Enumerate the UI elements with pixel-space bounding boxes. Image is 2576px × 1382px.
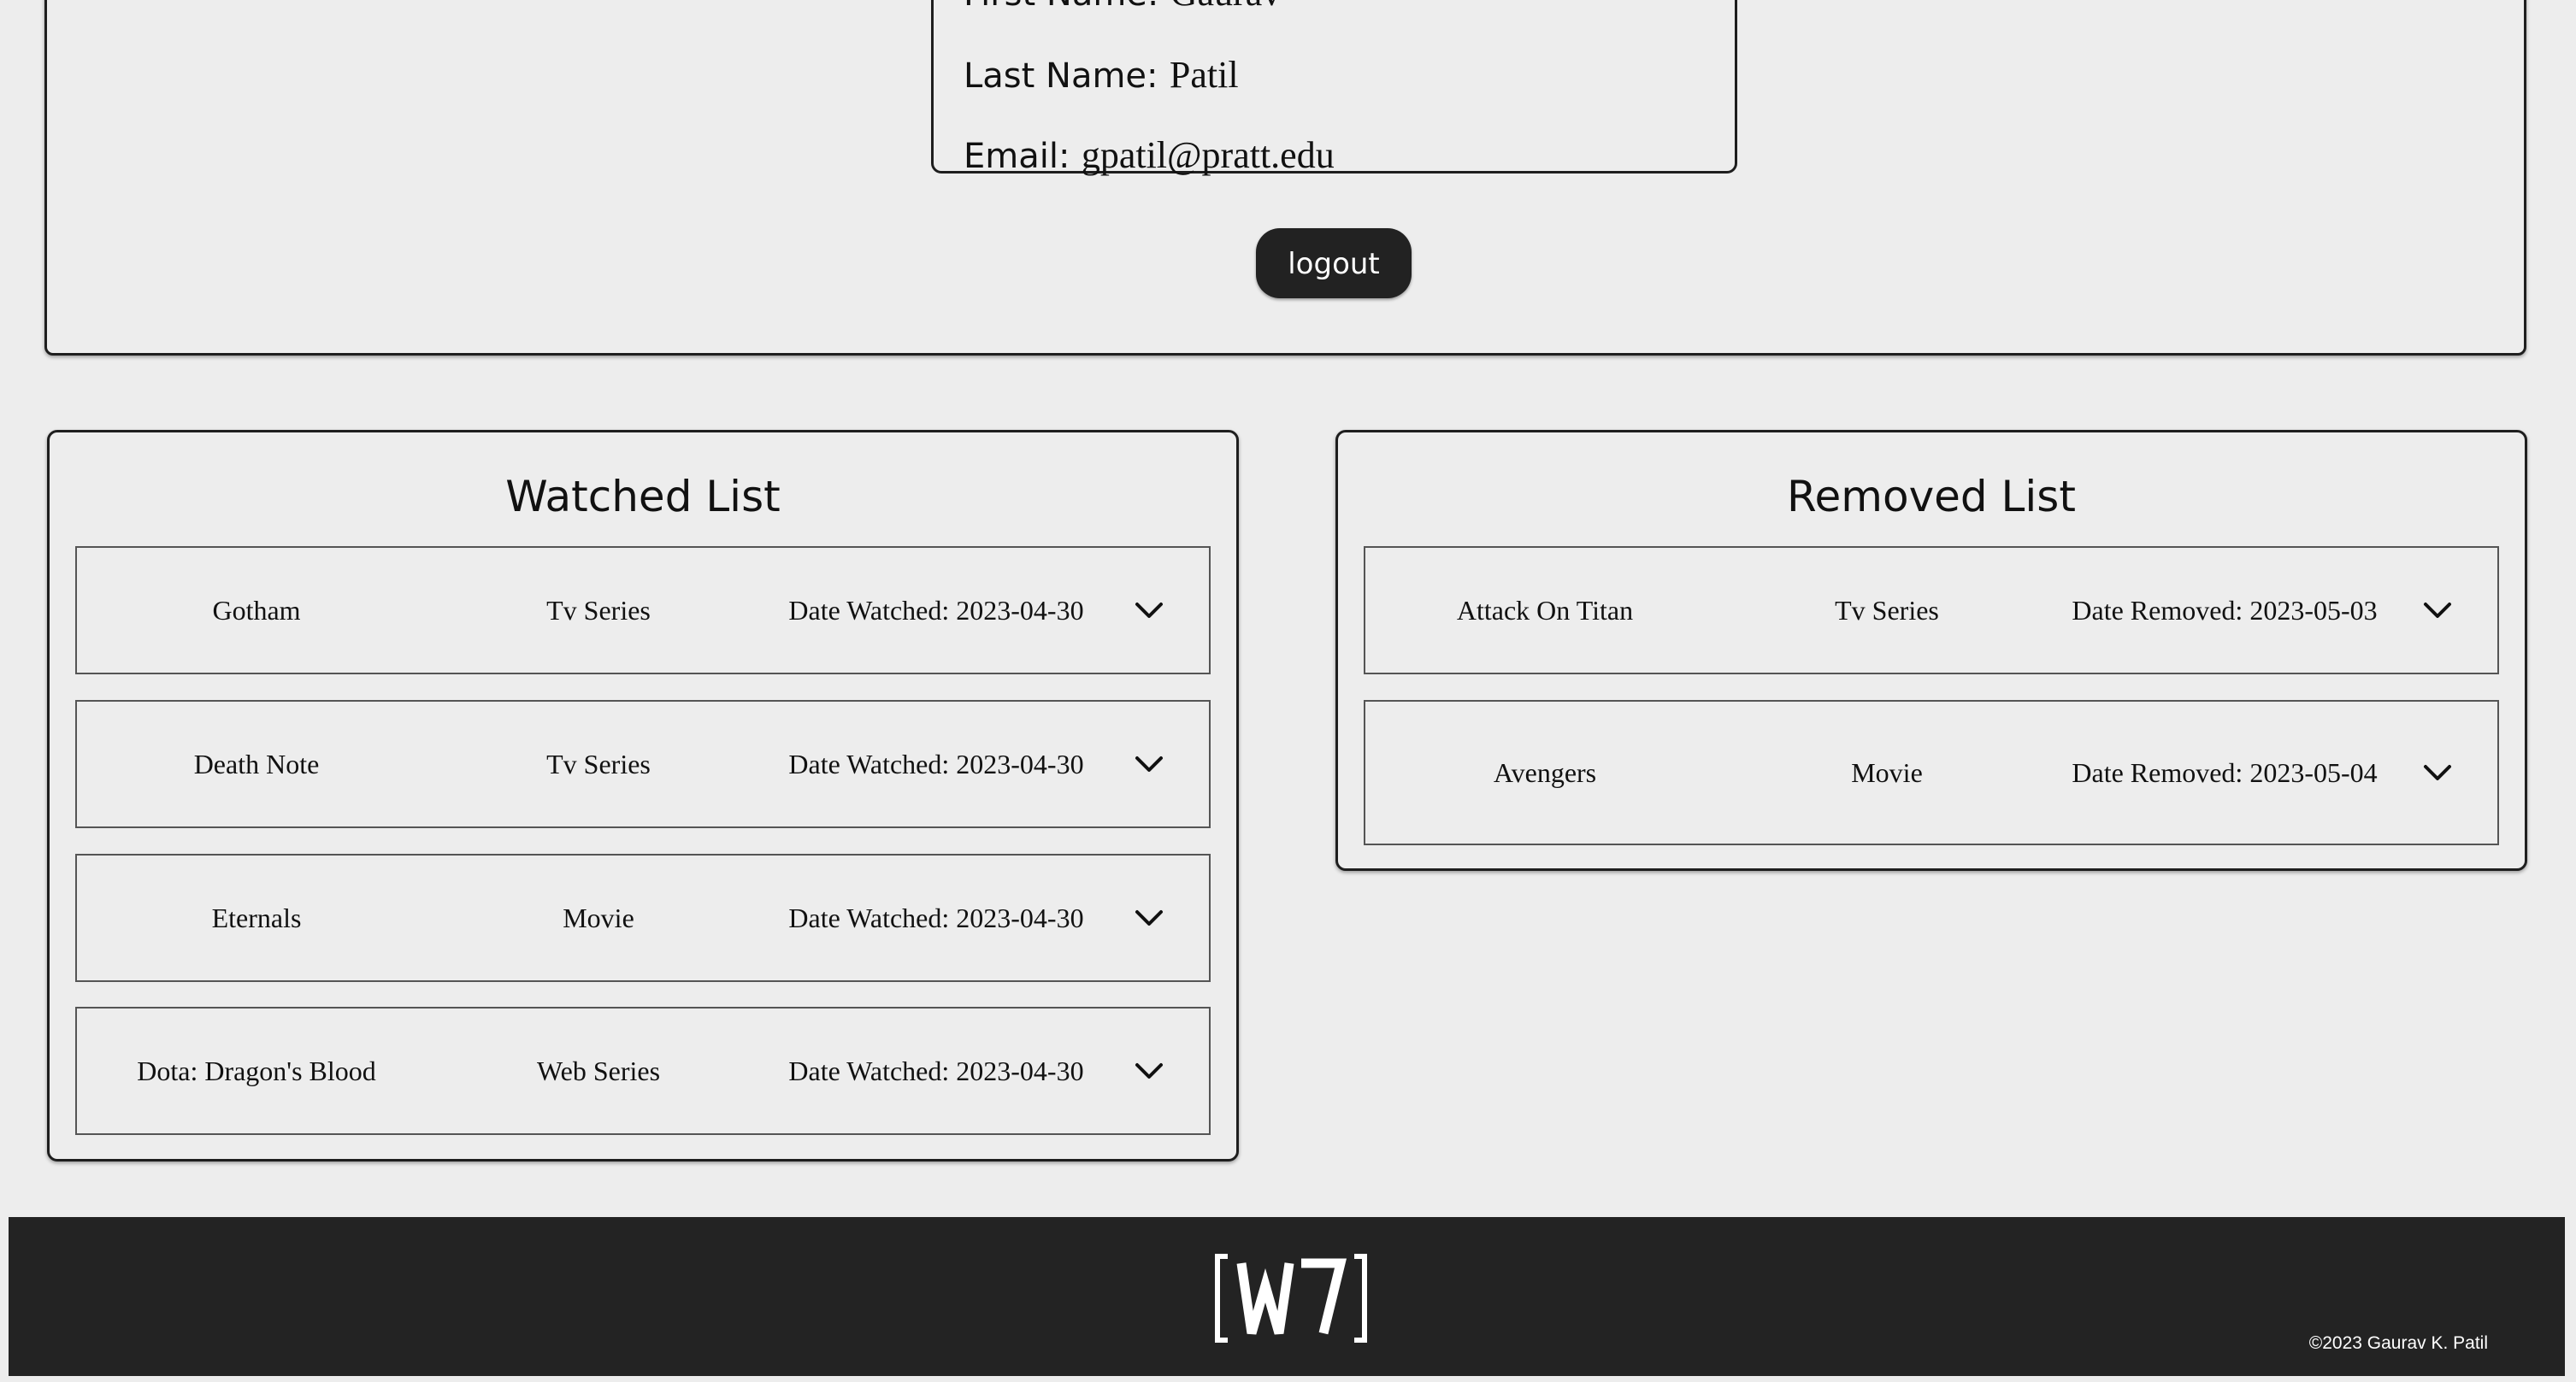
user-info-box: First Name: Gaurav Last Name: Patil Emai… [931, 0, 1737, 174]
last-name-label: Last Name: [964, 56, 1158, 96]
item-date: Date Watched: 2023-04-30 [788, 595, 1084, 626]
chevron-down-icon[interactable] [2420, 593, 2455, 627]
item-type: Movie [563, 903, 634, 933]
wl-logo[interactable] [1214, 1251, 1368, 1345]
watched-item-eternals[interactable]: Eternals Movie Date Watched: 2023-04-30 [75, 854, 1211, 982]
item-title: Avengers [1493, 757, 1597, 788]
chevron-down-icon[interactable] [2420, 756, 2455, 790]
email-row: Email: gpatil@pratt.edu [964, 137, 1335, 174]
email-label: Email: [964, 137, 1070, 176]
first-name-value: Gaurav [1170, 0, 1282, 14]
footer: ©2023 Gaurav K. Patil [9, 1217, 2565, 1376]
email-value: gpatil@pratt.edu [1081, 134, 1335, 176]
item-type: Tv Series [546, 595, 651, 626]
chevron-down-icon[interactable] [1132, 593, 1166, 627]
logout-button[interactable]: logout [1256, 228, 1412, 298]
watched-list-panel: Watched List Gotham Tv Series Date Watch… [47, 430, 1239, 1161]
copyright-text: ©2023 Gaurav K. Patil [2308, 1333, 2488, 1353]
first-name-row: First Name: Gaurav [964, 0, 1281, 12]
item-title: Gotham [212, 595, 301, 626]
chevron-down-icon[interactable] [1132, 747, 1166, 781]
item-date: Date Removed: 2023-05-03 [2072, 595, 2378, 626]
watched-item-dota[interactable]: Dota: Dragon's Blood Web Series Date Wat… [75, 1007, 1211, 1135]
last-name-value: Patil [1169, 54, 1239, 96]
item-title: Attack On Titan [1456, 595, 1634, 626]
item-type: Tv Series [546, 749, 651, 779]
item-title: Death Note [193, 749, 320, 779]
item-type: Tv Series [1835, 595, 1939, 626]
last-name-row: Last Name: Patil [964, 56, 1239, 94]
item-title: Dota: Dragon's Blood [137, 1056, 376, 1086]
profile-card: First Name: Gaurav Last Name: Patil Emai… [44, 0, 2526, 356]
chevron-down-icon[interactable] [1132, 901, 1166, 935]
item-type: Movie [1851, 757, 1923, 788]
item-date: Date Removed: 2023-05-04 [2072, 757, 2378, 788]
first-name-label: First Name: [964, 0, 1158, 14]
removed-item-avengers[interactable]: Avengers Movie Date Removed: 2023-05-04 [1364, 700, 2499, 845]
watched-item-death-note[interactable]: Death Note Tv Series Date Watched: 2023-… [75, 700, 1211, 828]
item-date: Date Watched: 2023-04-30 [788, 903, 1084, 933]
removed-list-panel: Removed List Attack On Titan Tv Series D… [1335, 430, 2527, 871]
item-date: Date Watched: 2023-04-30 [788, 749, 1084, 779]
chevron-down-icon[interactable] [1132, 1054, 1166, 1088]
removed-list-title: Removed List [1787, 472, 2076, 521]
watched-item-gotham[interactable]: Gotham Tv Series Date Watched: 2023-04-3… [75, 546, 1211, 674]
item-title: Eternals [211, 903, 302, 933]
item-date: Date Watched: 2023-04-30 [788, 1056, 1084, 1086]
watched-list-title: Watched List [505, 472, 781, 521]
item-type: Web Series [536, 1056, 661, 1086]
removed-item-attack-on-titan[interactable]: Attack On Titan Tv Series Date Removed: … [1364, 546, 2499, 674]
